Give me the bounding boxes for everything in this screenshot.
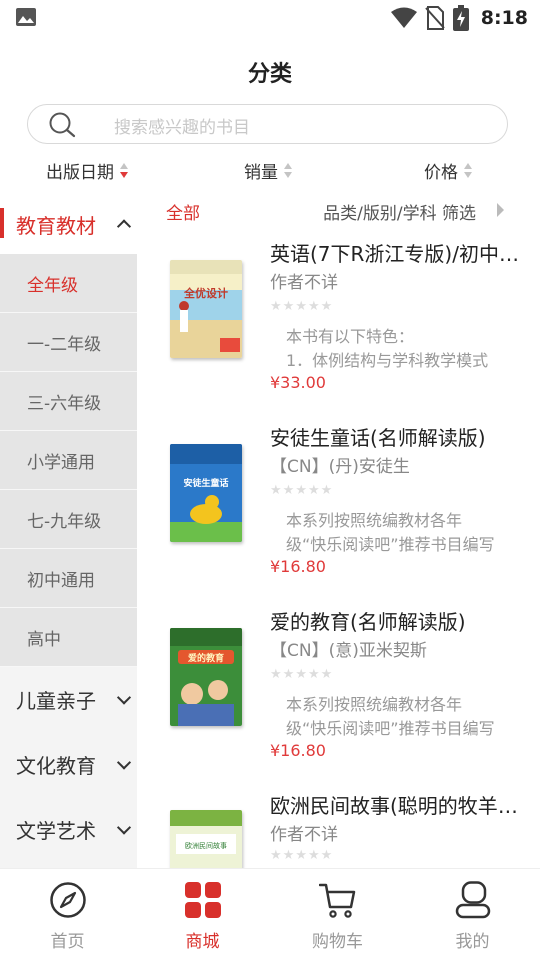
book-list: 全优设计 英语(7下R浙江专版)/初中同步测控全优设计 作者不详 ★★★★★ 本… [137,230,540,868]
filter-button[interactable]: 品类/版别/学科 筛选 [323,199,476,224]
book-description: 本系列按照统编教材各年 级“快乐阅读吧”推荐书目编写 [270,693,515,741]
category-culture-education[interactable]: 文化教育 [0,732,137,797]
book-cover: 全优设计 [170,260,242,358]
rating-stars: ★ ★ ★ ★ ★ [270,299,333,314]
cart-icon [318,883,355,918]
book-item[interactable]: 欧洲民间故事 欧洲民间故事(聪明的牧羊人) 作者不详 ★ ★ ★ ★ ★ [137,782,540,868]
active-indicator [0,208,4,238]
subcategory-item[interactable]: 初中通用 [0,549,137,608]
desc-line: 本书有以下特色： [286,327,415,346]
sort-price[interactable]: 价格 [424,158,472,183]
rating-stars: ★ ★ ★ ★ ★ [270,667,333,682]
status-time: 8:18 [480,7,528,29]
chevron-up-icon [116,219,132,234]
sort-arrows-icon [464,162,472,180]
nav-label: 商城 [185,932,220,952]
category-label: 教育教材 [16,213,96,238]
category-children[interactable]: 儿童亲子 [0,667,137,732]
book-author: 【CN】(丹)安徒生 [270,457,410,477]
book-title[interactable]: 安徒生童话(名师解读版) [270,422,520,451]
compass-icon [49,882,86,918]
book-title[interactable]: 英语(7下R浙江专版)/初中同步测控全优设计 [270,238,520,267]
sort-label: 出版日期 [46,163,114,183]
book-description: 本书有以下特色： 1．体例结构与学科教学模式 [270,325,515,373]
book-item[interactable]: 全优设计 英语(7下R浙江专版)/初中同步测控全优设计 作者不详 ★★★★★ 本… [137,230,540,414]
nav-label: 首页 [50,932,85,952]
rating-stars: ★ ★ ★ ★ ★ [270,848,333,863]
book-cover: 欧洲民间故事 [170,810,242,868]
gallery-notification-icon [16,8,36,26]
book-description: 本系列按照统编教材各年 级“快乐阅读吧”推荐书目编写 [270,509,515,557]
battery-charging-icon [452,5,469,31]
category-label: 文学艺术 [16,819,96,843]
nav-cart[interactable]: 购物车 [270,869,405,960]
nav-home[interactable]: 首页 [0,869,135,960]
subcategory-item[interactable]: 一-二年级 [0,313,137,372]
bottom-navigation: 首页 商城 购物车 我的 [0,868,540,960]
book-price: ¥16.80 [270,557,326,576]
search-icon [49,112,76,138]
subcategory-item[interactable]: 七-九年级 [0,490,137,549]
search-placeholder: 搜索感兴趣的书目 [114,118,250,138]
cover-title: 爱的教育 [188,652,224,664]
status-bar: 8:18 [0,0,540,36]
category-sidebar: 教育教材 全年级 一-二年级 三-六年级 小学通用 七-九年级 初中通用 高中 … [0,194,137,868]
user-icon [455,881,490,919]
chevron-down-icon [116,819,132,835]
book-cover: 安徒生童话 [170,444,242,542]
nav-label: 我的 [455,932,490,952]
category-label: 儿童亲子 [16,689,96,713]
triangle-right-icon [497,203,504,217]
book-author: 【CN】(意)亚米契斯 [270,641,427,661]
book-price: ¥16.80 [270,741,326,760]
book-title[interactable]: 爱的教育(名师解读版) [270,606,520,635]
desc-line: 本系列按照统编教材各年 [286,511,463,530]
book-title[interactable]: 欧洲民间故事(聪明的牧羊人) [270,790,520,819]
chevron-down-icon [116,689,132,705]
grid-icon [184,882,221,918]
rating-stars: ★ ★ ★ ★ ★ [270,483,333,498]
desc-line: 本系列按照统编教材各年 [286,695,463,714]
subcategory-item[interactable]: 高中 [0,608,137,667]
book-author: 作者不详 [270,825,338,845]
chevron-down-icon [116,754,132,770]
subcategory-item[interactable]: 小学通用 [0,431,137,490]
filter-bar: 全部 品类/版别/学科 筛选 [137,194,540,230]
subcategory-item[interactable]: 三-六年级 [0,372,137,431]
page-title: 分类 [247,62,292,87]
nav-mine[interactable]: 我的 [405,869,540,960]
nav-mall[interactable]: 商城 [135,869,270,960]
wifi-icon [390,7,417,28]
sort-sales[interactable]: 销量 [244,158,292,183]
book-cover: 爱的教育 [170,628,242,726]
sort-label: 价格 [424,163,458,183]
sort-publish-date[interactable]: 出版日期 [46,158,128,183]
sort-arrows-icon [284,162,292,180]
filter-all[interactable]: 全部 [166,199,200,224]
desc-line: 级“快乐阅读吧”推荐书目编写 [286,535,495,554]
sort-label: 销量 [244,163,278,183]
subcategory-item[interactable]: 全年级 [0,254,137,313]
category-education[interactable]: 教育教材 [0,194,137,254]
sort-bar: 出版日期 销量 价格 [0,152,540,188]
book-item[interactable]: 安徒生童话 安徒生童话(名师解读版) 【CN】(丹)安徒生 ★ ★ ★ ★ ★ 本系列按… [137,414,540,598]
book-price: ¥33.00 [270,373,326,392]
desc-line: 级“快乐阅读吧”推荐书目编写 [286,719,495,738]
category-literature-art[interactable]: 文学艺术 [0,797,137,862]
book-author: 作者不详 [270,273,338,293]
sort-arrows-icon [120,162,128,180]
cover-title: 安徒生童话 [183,477,228,489]
cover-title: 欧洲民间故事 [185,841,227,850]
nav-label: 购物车 [312,932,363,952]
category-label: 文化教育 [16,754,96,778]
cover-title: 全优设计 [183,286,228,300]
book-item[interactable]: 爱的教育 爱的教育(名师解读版) 【CN】(意)亚米契斯 ★ ★ ★ ★ ★ 本系列按照… [137,598,540,782]
desc-line: 1．体例结构与学科教学模式 [286,351,489,370]
search-bar[interactable]: 搜索感兴趣的书目 [27,104,508,144]
no-sim-icon [424,6,445,30]
